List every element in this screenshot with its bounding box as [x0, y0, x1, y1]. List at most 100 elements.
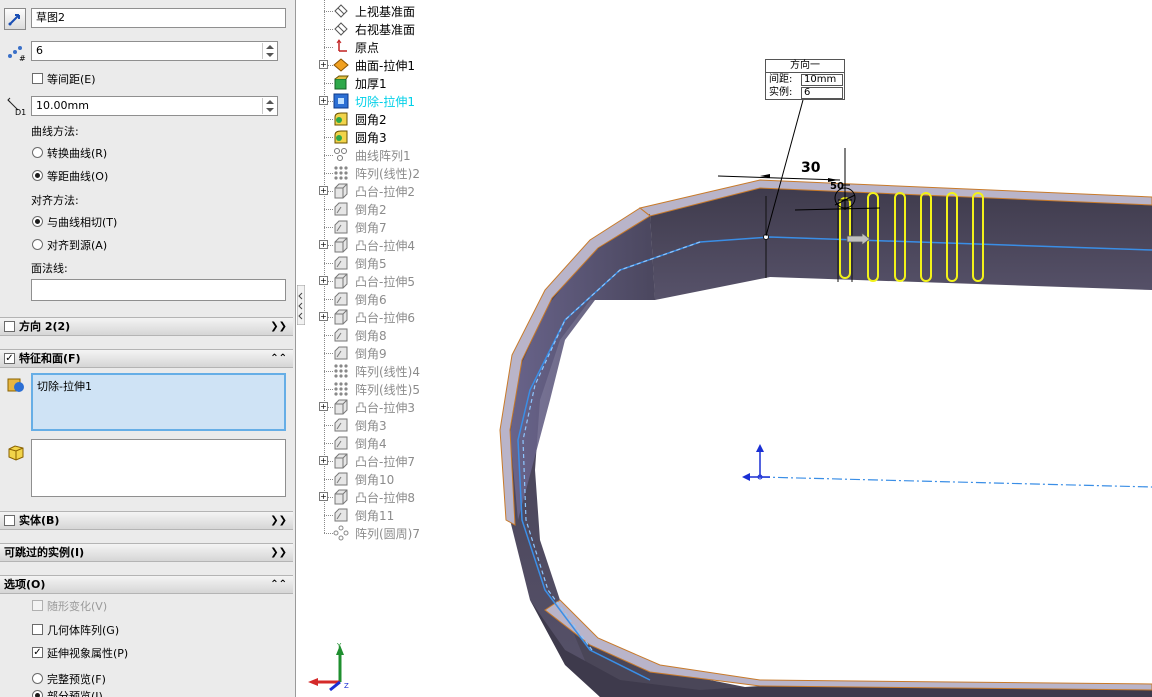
options-group-header[interactable]: 选项(O) ⌃⌃ [0, 575, 293, 594]
callout-spacing-label: 间距: [769, 74, 793, 85]
bodies-checkbox[interactable] [4, 515, 15, 526]
tree-node[interactable]: 阵列(圆周)7 [310, 524, 450, 542]
tree-node[interactable]: 右视基准面 [310, 20, 450, 38]
boss-extrude-icon [333, 453, 349, 469]
expand-icon[interactable]: + [319, 312, 328, 321]
radio-align-to-seed[interactable] [32, 239, 43, 250]
tree-node[interactable]: 倒角10 [310, 470, 450, 488]
circular-pattern-icon [333, 525, 349, 541]
instances-input[interactable]: 6 [31, 41, 278, 61]
features-list-item[interactable]: 切除-拉伸1 [37, 378, 92, 394]
dimension-small-label[interactable]: 50 [830, 181, 844, 192]
chevron-down-icon[interactable]: ❯❯ [270, 512, 287, 530]
plane-icon [333, 3, 349, 19]
tree-node[interactable]: + 切除-拉伸1 [310, 92, 450, 110]
curve-method-label: 曲线方法: [31, 125, 79, 138]
tree-node-label: 倒角9 [355, 347, 387, 361]
tree-branch-line [324, 515, 333, 516]
tree-node[interactable]: + 凸台-拉伸8 [310, 488, 450, 506]
equal-spacing-checkbox[interactable] [32, 73, 43, 84]
tree-node[interactable]: 圆角3 [310, 128, 450, 146]
face-normal-selection-box[interactable] [31, 279, 286, 301]
tree-node-label: 凸台-拉伸8 [355, 491, 415, 505]
expand-icon[interactable]: + [319, 456, 328, 465]
instances-spinner[interactable] [262, 43, 276, 59]
spacing-input[interactable]: 10.00mm [31, 96, 278, 116]
features-group-header[interactable]: ✓ 特征和面(F) ⌃⌃ [0, 349, 293, 368]
expand-icon[interactable]: + [319, 96, 328, 105]
tree-node[interactable]: + 凸台-拉伸5 [310, 272, 450, 290]
tree-node-label: 阵列(线性)2 [355, 167, 420, 181]
features-list[interactable]: 切除-拉伸1 [31, 373, 286, 431]
dimension-30-label[interactable]: 30 [801, 160, 820, 176]
callout-title: 方向一 [766, 60, 844, 73]
linear-pattern-icon [333, 381, 349, 397]
expand-icon[interactable]: + [319, 240, 328, 249]
tree-node[interactable]: 阵列(线性)4 [310, 362, 450, 380]
tree-node[interactable]: + 凸台-拉伸7 [310, 452, 450, 470]
pattern-direction-callout[interactable]: 方向一 间距: 10mm 实例: 6 [765, 59, 845, 100]
expand-icon[interactable]: + [319, 402, 328, 411]
radio-offset-curve[interactable] [32, 170, 43, 181]
direction2-checkbox[interactable] [4, 321, 15, 332]
tree-node[interactable]: 倒角7 [310, 218, 450, 236]
radio-transform-curve[interactable] [32, 147, 43, 158]
tree-node[interactable]: 倒角11 [310, 506, 450, 524]
expand-icon[interactable]: + [319, 276, 328, 285]
tree-node[interactable]: + 曲面-拉伸1 [310, 56, 450, 74]
tree-node[interactable]: 倒角2 [310, 200, 450, 218]
tree-node[interactable]: 上视基准面 [310, 2, 450, 20]
chevron-down-icon[interactable]: ❯❯ [270, 544, 287, 562]
sketch-select-icon[interactable] [4, 8, 26, 30]
tree-node[interactable]: 圆角2 [310, 110, 450, 128]
geometry-pattern-checkbox[interactable] [32, 624, 43, 635]
vary-sketch-checkbox[interactable] [32, 600, 43, 611]
callout-instances-input[interactable]: 6 [801, 87, 843, 99]
tree-node-label: 原点 [355, 41, 380, 55]
propagate-visual-checkbox[interactable]: ✓ [32, 647, 43, 658]
expand-icon[interactable]: + [319, 186, 328, 195]
tree-node[interactable]: 倒角9 [310, 344, 450, 362]
expand-icon[interactable]: + [319, 492, 328, 501]
spacing-spinner[interactable] [262, 98, 276, 114]
feature-tree: 上视基准面 右视基准面原点 + 曲面-拉伸1 加厚1 + 切除-拉伸1 圆角2 圆角3 曲线阵列1… [310, 0, 450, 545]
tree-node-label: 圆角3 [355, 131, 387, 145]
tree-node[interactable]: 倒角3 [310, 416, 450, 434]
tree-branch-line [324, 209, 333, 210]
tree-node[interactable]: + 凸台-拉伸3 [310, 398, 450, 416]
sketch-path-field[interactable]: 草图2 [31, 8, 286, 28]
features-checkbox[interactable]: ✓ [4, 353, 15, 364]
tree-node[interactable]: + 凸台-拉伸4 [310, 236, 450, 254]
tree-node[interactable]: + 凸台-拉伸2 [310, 182, 450, 200]
radio-partial-preview[interactable] [32, 690, 43, 697]
tree-node[interactable]: 加厚1 [310, 74, 450, 92]
chevron-down-icon[interactable]: ❯❯ [270, 318, 287, 336]
tree-node[interactable]: + 凸台-拉伸6 [310, 308, 450, 326]
direction2-group-header[interactable]: 方向 2(2) ❯❯ [0, 317, 293, 336]
tree-node[interactable]: 阵列(线性)2 [310, 164, 450, 182]
tree-branch-line [324, 11, 333, 12]
tree-node[interactable]: 曲线阵列1 [310, 146, 450, 164]
tree-node[interactable]: 阵列(线性)5 [310, 380, 450, 398]
tree-node[interactable]: 原点 [310, 38, 450, 56]
boss-extrude-icon [333, 273, 349, 289]
faces-list[interactable] [31, 439, 286, 497]
callout-instances-label: 实例: [769, 87, 793, 98]
expand-icon[interactable]: + [319, 60, 328, 69]
tree-node[interactable]: 倒角4 [310, 434, 450, 452]
callout-spacing-input[interactable]: 10mm [801, 74, 843, 86]
svg-text:#: # [19, 54, 26, 62]
tree-node-label: 倒角5 [355, 257, 387, 271]
tree-branch-line [324, 443, 333, 444]
tree-node[interactable]: 倒角5 [310, 254, 450, 272]
bodies-group-header[interactable]: 实体(B) ❯❯ [0, 511, 293, 530]
radio-tangent-to-curve[interactable] [32, 216, 43, 227]
chevron-up-icon[interactable]: ⌃⌃ [270, 350, 287, 368]
chevron-up-icon[interactable]: ⌃⌃ [270, 576, 287, 594]
curve-pattern-icon [333, 147, 349, 163]
tree-node-label: 阵列(线性)5 [355, 383, 420, 397]
tree-node[interactable]: 倒角6 [310, 290, 450, 308]
skip-instances-group-header[interactable]: 可跳过的实例(I) ❯❯ [0, 543, 293, 562]
tree-node[interactable]: 倒角8 [310, 326, 450, 344]
radio-full-preview[interactable] [32, 673, 43, 684]
